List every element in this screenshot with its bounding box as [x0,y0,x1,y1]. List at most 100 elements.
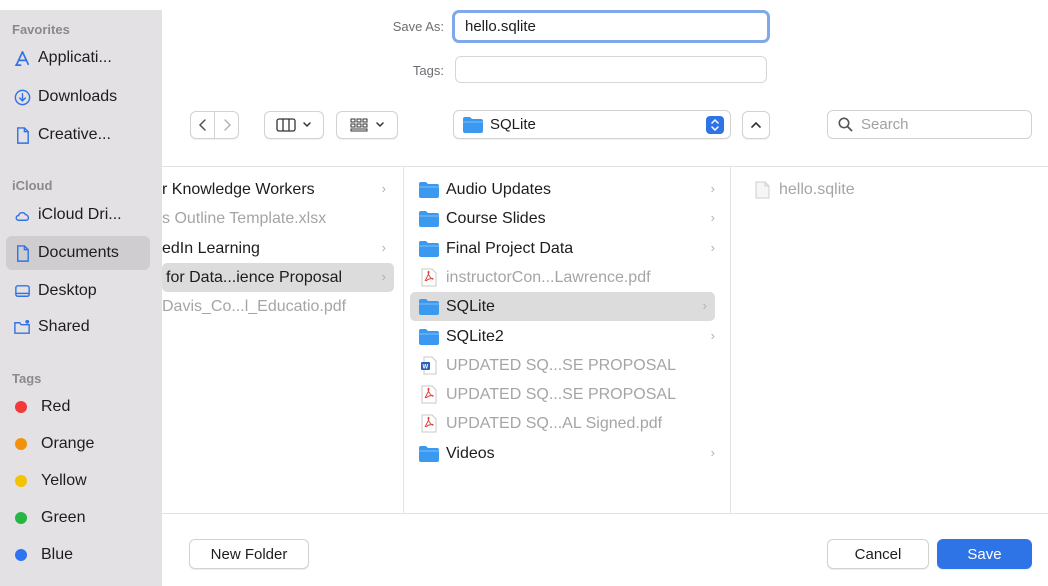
chevron-left-icon [198,119,206,131]
folder-icon [418,327,440,347]
item-label: Course Slides [446,209,546,227]
list-item[interactable]: for Data...ience Proposal › [162,263,394,292]
document-icon [12,125,32,145]
green-tag-dot-icon [15,512,27,524]
sidebar-item-label: Orange [41,435,95,452]
generic-file-icon [751,180,773,200]
item-label: SQLite [446,297,495,315]
chevron-down-icon [303,122,311,128]
chevron-right-icon: › [710,328,715,343]
tags-input[interactable] [455,56,767,83]
item-label: edIn Learning [162,239,260,257]
shared-folder-icon [12,317,32,337]
save-as-input[interactable] [452,10,770,43]
browser-column-1: r Knowledge Workers › s Outline Template… [162,167,404,513]
sidebar-tag-blue[interactable]: Blue [6,538,150,572]
sidebar-item-label: Blue [41,546,74,563]
column-browser: r Knowledge Workers › s Outline Template… [162,166,1048,514]
list-item[interactable]: UPDATED SQ...SE PROPOSAL [418,380,723,409]
new-folder-button[interactable]: New Folder [189,539,309,569]
item-label: hello.sqlite [779,180,855,198]
sidebar-item-label: Desktop [38,282,97,299]
sidebar-item-label: Shared [38,318,90,335]
chevron-right-icon: › [710,240,715,255]
sidebar-item-label: Green [41,509,86,526]
word-doc-icon: W [418,356,440,376]
list-item[interactable]: SQLite › [410,292,715,321]
chevron-right-icon: › [710,210,715,225]
sidebar-item-downloads[interactable]: Downloads [6,80,150,114]
svg-text:W: W [423,365,429,371]
folder-icon [418,239,440,259]
search-field[interactable] [827,110,1032,139]
chevron-right-icon: › [702,298,707,313]
item-label: Videos [446,444,495,462]
orange-tag-dot-icon [15,438,27,450]
cancel-button[interactable]: Cancel [827,539,929,569]
list-item[interactable]: SQLite2 › [418,322,723,351]
list-item[interactable]: W UPDATED SQ...SE PROPOSAL [418,351,723,380]
sidebar-item-label: Yellow [41,472,87,489]
list-item[interactable]: UPDATED SQ...AL Signed.pdf [418,409,723,438]
item-label: UPDATED SQ...SE PROPOSAL [446,385,676,403]
item-label: SQLite2 [446,327,504,345]
group-by-button[interactable] [336,111,398,139]
sidebar-item-applications[interactable]: Applicati... [6,41,150,75]
sidebar-tag-yellow[interactable]: Yellow [6,464,150,498]
location-popup[interactable]: SQLite [453,110,731,139]
browser-column-2: Audio Updates › Course Slides › Final Pr… [404,167,731,513]
item-label: Audio Updates [446,180,551,198]
chevron-up-icon [751,121,761,128]
view-columns-button[interactable] [264,111,324,139]
sidebar-item-shared[interactable]: Shared [6,310,150,344]
pdf-icon [418,385,440,405]
sidebar-tag-orange[interactable]: Orange [6,427,150,461]
item-label: UPDATED SQ...SE PROPOSAL [446,356,676,374]
sidebar-item-creative[interactable]: Creative... [6,118,150,152]
folder-icon [463,116,483,133]
folder-icon [418,209,440,229]
list-item[interactable]: Audio Updates › [418,175,723,204]
chevron-right-icon: › [381,181,386,196]
list-item[interactable]: instructorCon...Lawrence.pdf [418,263,723,292]
back-button[interactable] [190,111,215,139]
list-item[interactable]: hello.sqlite [751,175,1041,204]
forward-button[interactable] [214,111,239,139]
save-as-label: Save As: [392,19,444,34]
search-input[interactable] [861,116,1021,133]
pdf-icon [418,268,440,288]
item-label: s Outline Template.xlsx [162,209,327,227]
chevron-right-icon: › [710,181,715,196]
list-item[interactable]: Videos › [418,439,723,468]
sidebar-item-label: iCloud Dri... [38,206,122,223]
list-item[interactable]: Davis_Co...l_Educatio.pdf [162,292,394,321]
tags-header: Tags [12,371,42,386]
sidebar-item-desktop[interactable]: Desktop [6,274,150,308]
folder-icon [418,297,440,317]
chevron-down-icon [376,122,384,128]
list-item[interactable]: Final Project Data › [418,234,723,263]
sidebar-item-label: Creative... [38,126,111,143]
collapse-button[interactable] [742,111,770,139]
downloads-icon [12,87,32,107]
list-item[interactable]: edIn Learning › [162,234,394,263]
chevron-right-icon: › [381,240,386,255]
location-label: SQLite [490,116,536,133]
item-label: instructorCon...Lawrence.pdf [446,268,651,286]
sidebar-item-documents[interactable]: Documents [6,236,150,270]
sidebar-item-icloud-drive[interactable]: iCloud Dri... [6,198,150,232]
document-icon [12,243,32,263]
list-item[interactable]: r Knowledge Workers › [162,175,394,204]
columns-view-icon [276,118,296,132]
save-button[interactable]: Save [937,539,1032,569]
list-item[interactable]: s Outline Template.xlsx [162,204,394,233]
tags-label: Tags: [412,63,444,78]
item-label: UPDATED SQ...AL Signed.pdf [446,414,663,432]
chevron-right-icon: › [710,445,715,460]
red-tag-dot-icon [15,401,27,413]
folder-icon [418,180,440,200]
sidebar-tag-green[interactable]: Green [6,501,150,535]
sidebar-tag-red[interactable]: Red [6,390,150,424]
search-icon [838,117,853,132]
list-item[interactable]: Course Slides › [418,204,723,233]
